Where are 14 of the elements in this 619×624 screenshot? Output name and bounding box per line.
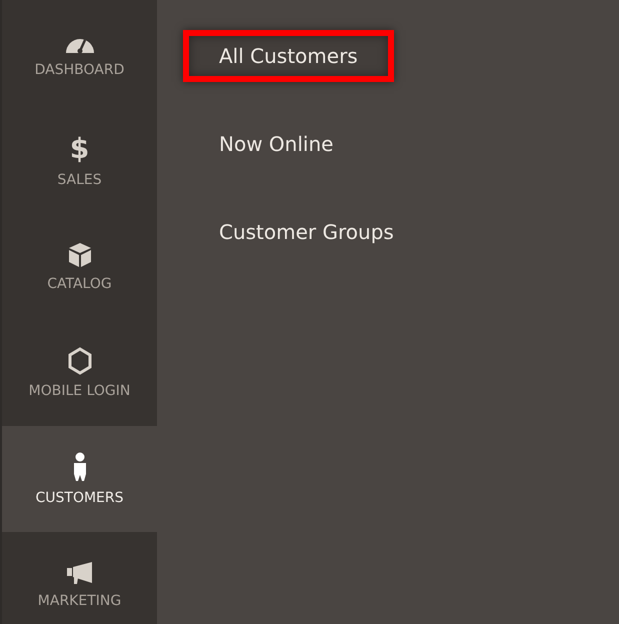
sidebar-item[interactable]: CUSTOMERS: [2, 426, 157, 532]
sidebar-item[interactable]: $ SALES: [2, 108, 157, 214]
submenu-link[interactable]: Now Online: [183, 118, 370, 170]
sidebar-item[interactable]: DASHBOARD: [2, 2, 157, 108]
box-icon: [68, 242, 92, 268]
sidebar-item[interactable]: MARKETING: [2, 532, 157, 624]
sidebar-item[interactable]: MOBILE LOGIN: [2, 320, 157, 426]
person-icon: [72, 452, 86, 482]
submenu-link[interactable]: Customer Groups: [183, 206, 430, 258]
megaphone-icon: [66, 561, 94, 585]
hexagon-icon: [68, 347, 92, 375]
submenu-link[interactable]: All Customers: [183, 30, 394, 82]
sidebar-item[interactable]: CATALOG: [2, 214, 157, 320]
dollar-icon: $: [70, 134, 90, 164]
